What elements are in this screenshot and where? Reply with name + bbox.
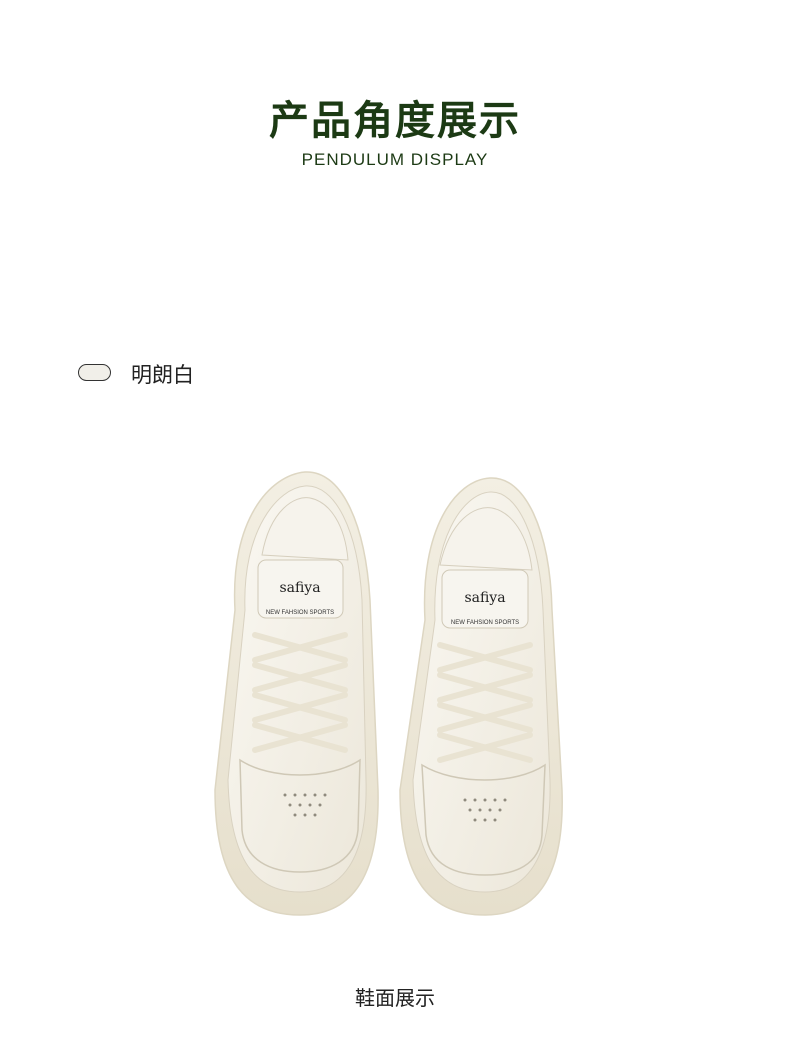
section-subtitle: PENDULUM DISPLAY (301, 150, 489, 169)
image-caption: 鞋面展示 (355, 986, 435, 1010)
color-name-label: 明朗白 (131, 363, 194, 387)
right-shoe: safiya NEW FAHSION SPORTS (399, 477, 563, 916)
left-tongue-tagline: NEW FAHSION SPORTS (266, 610, 334, 616)
left-tongue-brand: safiya (279, 580, 320, 596)
section-title: 产品角度展示 (269, 98, 521, 144)
left-shoe: safiya NEW FAHSION SPORTS (214, 471, 379, 916)
right-tongue-brand: safiya (464, 590, 505, 606)
right-tongue-tagline: NEW FAHSION SPORTS (451, 620, 519, 626)
sneaker-pair-image: safiya NEW FAHSION SPORTS safiya NEW FAH… (214, 471, 563, 916)
color-swatch (78, 364, 111, 381)
